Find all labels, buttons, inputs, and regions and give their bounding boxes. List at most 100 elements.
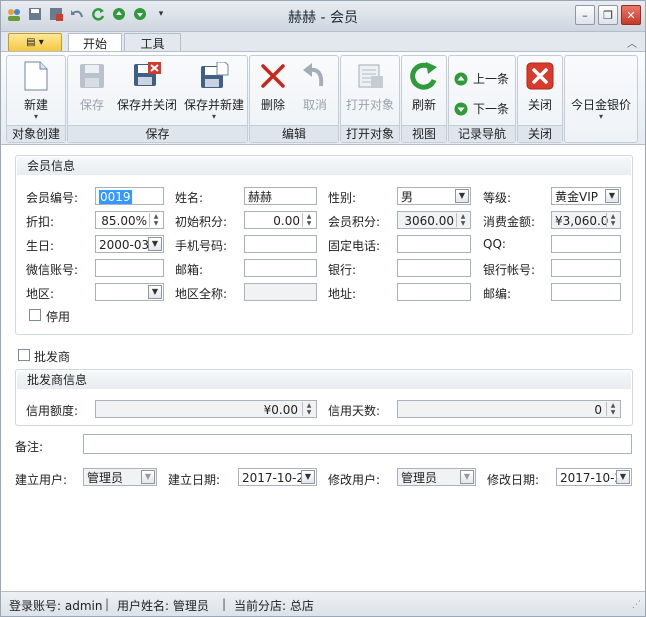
save-and-new-button[interactable]: 保存并新建 ▾: [182, 60, 246, 122]
bank-account-input[interactable]: [551, 259, 621, 277]
wholesale-checkbox[interactable]: [18, 349, 30, 361]
refresh-button[interactable]: 刷新: [405, 60, 443, 122]
remarks-input[interactable]: [83, 434, 632, 454]
minimize-icon[interactable]: –: [575, 5, 595, 25]
chevron-down-icon: ▾: [211, 112, 216, 121]
spinner-arrows-icon[interactable]: ▲ ▼: [302, 213, 315, 227]
disabled-checkbox[interactable]: [29, 309, 41, 321]
credit-limit-label: 信用额度:: [26, 404, 79, 418]
credit-limit-field: ¥0.00 ▲ ▼: [95, 400, 317, 418]
member-no-label: 会员编号:: [26, 191, 79, 205]
chevron-down-icon[interactable]: ▼: [616, 470, 630, 484]
remarks-label: 备注:: [15, 440, 44, 454]
modified-date-picker[interactable]: 2017-10-2 ▼: [556, 468, 632, 486]
spinner-arrows-icon: ▲ ▼: [606, 402, 619, 416]
close-button[interactable]: 关闭: [521, 60, 559, 122]
previous-record-button[interactable]: 上一条: [454, 70, 509, 87]
window-controls: – ❐ ✕: [575, 5, 641, 25]
initial-points-label: 初始积分:: [175, 215, 228, 229]
group-save: 保存 保存并关闭 保存并新建 ▾ 保存: [67, 55, 248, 143]
close-icon[interactable]: ✕: [621, 5, 641, 25]
wechat-label: 微信账号:: [26, 263, 79, 277]
gender-select[interactable]: 男 ▼: [397, 187, 471, 205]
group-record-nav: 上一条 下一条 记录导航: [448, 55, 516, 143]
spinner-arrows-icon: ▲ ▼: [302, 402, 315, 416]
title-bar: ▾ 赫赫 - 会员 – ❐ ✕: [1, 1, 645, 32]
member-points-label: 会员积分:: [328, 215, 381, 229]
wechat-input[interactable]: [95, 259, 164, 277]
cancel-button[interactable]: 取消: [296, 60, 334, 122]
group-create: 新建 ▾ 对象创建: [6, 55, 66, 143]
created-date-label: 建立日期:: [168, 473, 221, 487]
delete-button[interactable]: 删除: [254, 60, 292, 122]
chevron-down-icon[interactable]: ▼: [301, 470, 315, 484]
save-button[interactable]: 保存: [74, 60, 110, 122]
region-full-label: 地区全称:: [175, 287, 228, 301]
bank-account-label: 银行帐号:: [483, 263, 536, 277]
resize-grip-icon[interactable]: ⋰: [632, 600, 641, 610]
qq-input[interactable]: [551, 235, 621, 253]
initial-points-spinner[interactable]: 0.00 ▲ ▼: [244, 211, 317, 229]
region-select[interactable]: ▼: [95, 283, 164, 301]
postcode-input[interactable]: [551, 283, 621, 301]
address-input[interactable]: [397, 283, 471, 301]
mobile-input[interactable]: [244, 235, 317, 253]
modified-by-field: 管理员 ▼: [397, 468, 476, 486]
save-and-close-button[interactable]: 保存并关闭: [114, 60, 180, 122]
member-window: ▾ 赫赫 - 会员 – ❐ ✕ ▤ ▾ 开始 工具 ︿ 新建 ▾ 对象创建 保存…: [0, 0, 646, 617]
tab-tools[interactable]: 工具: [124, 33, 181, 52]
discount-spinner[interactable]: 85.00% ▲ ▼: [95, 211, 164, 229]
name-label: 姓名:: [175, 191, 204, 205]
close-icon: [524, 60, 556, 92]
status-divider: |: [222, 597, 227, 611]
birthday-date-picker[interactable]: 2000-03 ▼: [95, 235, 164, 253]
created-by-field: 管理员 ▼: [83, 468, 157, 486]
group-edit: 删除 取消 编辑: [249, 55, 339, 143]
chevron-down-icon: ▼: [141, 470, 155, 484]
status-divider: |: [105, 597, 110, 611]
chevron-down-icon[interactable]: ▼: [605, 189, 619, 203]
phone-input[interactable]: [397, 235, 471, 253]
email-label: 邮箱:: [175, 263, 204, 277]
credit-days-label: 信用天数:: [328, 404, 381, 418]
level-select[interactable]: 黄金VIP ▼: [551, 187, 621, 205]
chevron-down-icon[interactable]: ▼: [455, 189, 469, 203]
open-object-button[interactable]: 打开对象: [343, 60, 397, 122]
spinner-arrows-icon: ▲ ▼: [456, 213, 469, 227]
group-view: 刷新 视图: [401, 55, 447, 143]
created-date-picker[interactable]: 2017-10-2 ▼: [238, 468, 317, 486]
delete-icon: [257, 60, 289, 92]
new-document-icon: [20, 60, 52, 92]
spend-amount-label: 消费金额:: [483, 215, 536, 229]
gender-label: 性别:: [328, 191, 357, 205]
spinner-arrows-icon[interactable]: ▲ ▼: [149, 213, 162, 227]
credit-days-field: 0 ▲ ▼: [397, 400, 621, 418]
status-account: 登录账号: admin: [9, 599, 103, 613]
save-close-icon: [131, 60, 163, 92]
group-open: 打开对象 打开对象: [340, 55, 400, 143]
next-record-button[interactable]: 下一条: [454, 100, 509, 117]
chevron-up-icon[interactable]: ︿: [627, 35, 637, 50]
chevron-down-icon[interactable]: ▼: [148, 285, 162, 299]
chevron-down-icon[interactable]: ▼: [148, 237, 162, 251]
bank-input[interactable]: [397, 259, 471, 277]
previous-icon: [454, 72, 468, 85]
level-label: 等级:: [483, 191, 512, 205]
region-full-field: [244, 283, 317, 301]
restore-icon[interactable]: ❐: [598, 5, 618, 25]
tab-home[interactable]: 开始: [68, 33, 122, 53]
open-object-icon: [354, 60, 386, 92]
gold-silver-price-button[interactable]: 今日金银价 ▾: [567, 96, 635, 158]
postcode-label: 邮编:: [483, 287, 512, 301]
email-input[interactable]: [244, 259, 317, 277]
new-button[interactable]: 新建 ▾: [15, 60, 57, 122]
mobile-label: 手机号码:: [175, 239, 228, 253]
window-title: 赫赫 - 会员: [288, 10, 358, 26]
member-no-input[interactable]: 0019: [95, 187, 164, 205]
ribbon: 新建 ▾ 对象创建 保存 保存并关闭 保存并新建 ▾ 保存 删除 取消 编辑 打…: [1, 51, 645, 145]
menu-icon[interactable]: ▤ ▾: [8, 33, 62, 52]
status-username: 用户姓名: 管理员: [117, 599, 209, 613]
wholesale-label: 批发商: [34, 350, 71, 364]
name-input[interactable]: 赫赫: [244, 187, 317, 205]
status-bar: 登录账号: admin | 用户姓名: 管理员 | 当前分店: 总店 ⋰: [1, 591, 645, 616]
